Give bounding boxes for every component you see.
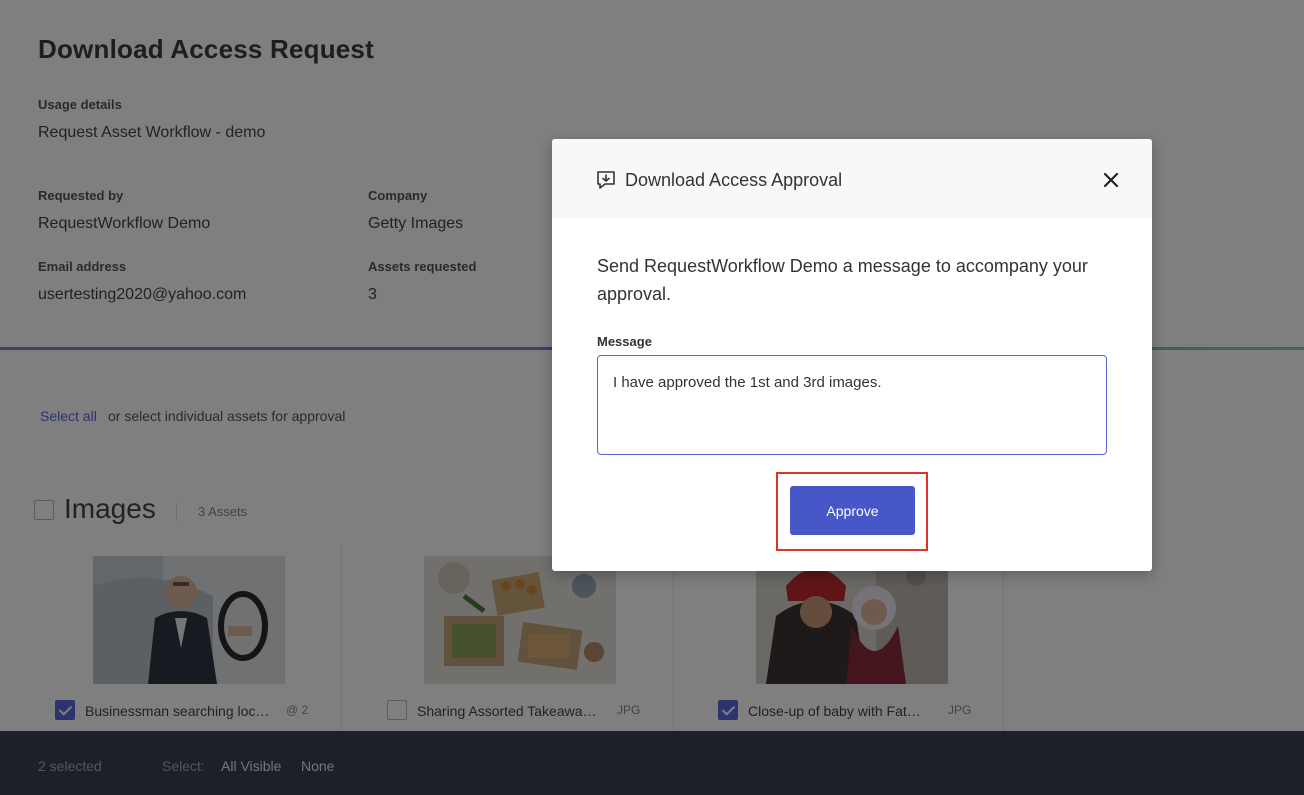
modal-title: Download Access Approval: [625, 170, 843, 190]
message-label: Message: [597, 334, 652, 349]
approve-button[interactable]: Approve: [790, 486, 915, 535]
close-icon[interactable]: [1100, 169, 1122, 191]
modal-header: Download Access Approval: [552, 139, 1152, 219]
download-message-icon: [596, 170, 616, 190]
modal-description: Send RequestWorkflow Demo a message to a…: [597, 256, 1088, 304]
message-textarea[interactable]: I have approved the 1st and 3rd images.: [597, 355, 1107, 455]
download-access-approval-modal: Download Access Approval Send RequestWor…: [552, 139, 1152, 571]
